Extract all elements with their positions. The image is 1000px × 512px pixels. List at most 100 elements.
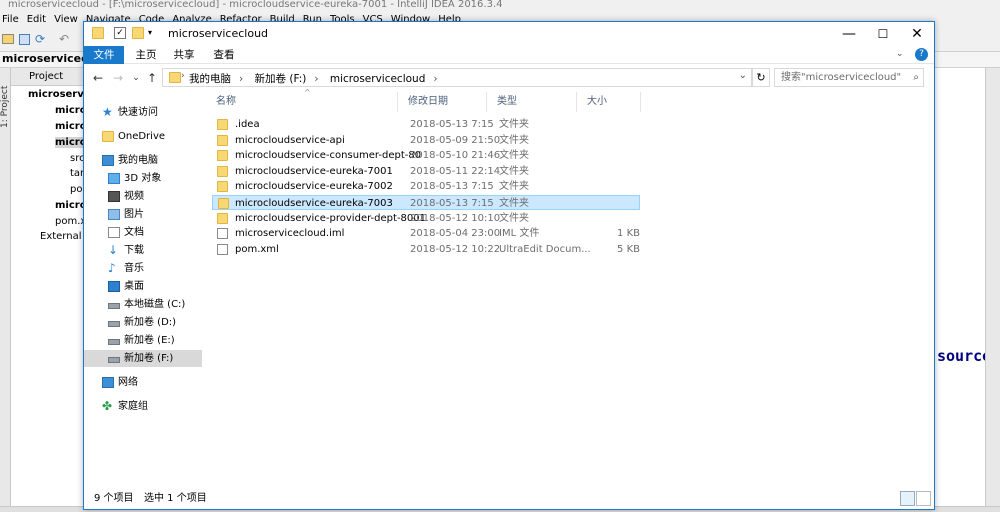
nav-item-downloads[interactable]: ↓ 下载 — [84, 242, 202, 259]
nav-item-desktop[interactable]: 桌面 — [84, 278, 202, 295]
folder-icon — [102, 131, 114, 142]
file-row[interactable]: microcloudservice-eureka-7001 2018-05-11 … — [212, 164, 640, 179]
folder-icon — [217, 150, 228, 161]
nav-item-drive-c[interactable]: 本地磁盘 (C:) — [84, 296, 202, 313]
breadcrumb-item[interactable]: 我的电脑 — [189, 73, 231, 85]
breadcrumb: 我的电脑 › 新加卷 (F:) › microservicecloud › — [189, 73, 438, 85]
maximize-button[interactable]: ☐ — [866, 22, 900, 46]
file-row[interactable]: microcloudservice-consumer-dept-80 2018-0… — [212, 148, 640, 163]
menu-edit[interactable]: Edit — [27, 12, 46, 28]
nav-item-drive-e[interactable]: 新加卷 (E:) — [84, 332, 202, 349]
back-arrow-icon[interactable]: ← — [90, 70, 106, 86]
properties-icon[interactable]: ✓ — [114, 27, 126, 39]
file-row[interactable]: microservicecloud.iml 2018-05-04 23:00 IML… — [212, 226, 640, 241]
music-icon: ♪ — [108, 261, 116, 275]
column-header-type[interactable]: 类型 — [487, 92, 577, 112]
file-explorer-window: ✓ ▾ microservicecloud — ☐ ✕ 文件 主页 共享 查看 … — [83, 21, 935, 510]
undo-icon[interactable]: ↶ — [59, 32, 69, 46]
search-placeholder: 搜索"microservicecloud" — [781, 72, 902, 83]
save-icon[interactable] — [19, 34, 30, 45]
ide-title-bar: microservicecloud - [F:\microserviceclou… — [0, 0, 1000, 12]
explorer-title-bar: ✓ ▾ microservicecloud — ☐ ✕ — [84, 22, 934, 46]
new-folder-icon[interactable] — [132, 27, 144, 39]
nav-item-quick-access[interactable]: ★ 快速访问 — [84, 104, 202, 121]
nav-item-homegroup[interactable]: ✤ 家庭组 — [84, 398, 202, 415]
file-row[interactable]: microcloudservice-api 2018-05-09 21:50 文件夹 — [212, 133, 640, 148]
open-folder-icon[interactable] — [2, 34, 14, 44]
tab-file[interactable]: 文件 — [84, 46, 124, 64]
nav-item-3d-objects[interactable]: 3D 对象 — [84, 170, 202, 187]
tab-home[interactable]: 主页 — [128, 46, 164, 64]
tab-view[interactable]: 查看 — [206, 46, 242, 64]
ide-tool-strip-left: 1: Project — [0, 68, 11, 508]
menu-file[interactable]: File — [2, 12, 19, 28]
network-icon — [102, 377, 114, 388]
computer-icon — [102, 155, 114, 166]
help-icon[interactable]: ? — [915, 48, 928, 61]
up-arrow-icon[interactable]: ↑ — [144, 70, 160, 86]
tab-share[interactable]: 共享 — [166, 46, 202, 64]
video-icon — [108, 191, 120, 202]
drive-icon — [108, 339, 120, 345]
ribbon-tabs: 文件 主页 共享 查看 ⌄ ? — [84, 46, 934, 64]
desktop-icon — [108, 281, 120, 292]
cube-icon — [108, 173, 120, 184]
file-row-selected[interactable]: microcloudservice-eureka-7003 2018-05-13 … — [212, 195, 640, 210]
nav-item-pictures[interactable]: 图片 — [84, 206, 202, 223]
file-list: ^ 名称 修改日期 类型 大小 .idea 2018-05-13 7:15 文件夹 … — [204, 88, 934, 486]
folder-icon — [217, 166, 228, 177]
chevron-down-icon[interactable]: ⌄ — [739, 70, 747, 81]
nav-item-videos[interactable]: 视频 — [84, 188, 202, 205]
column-header-size[interactable]: 大小 — [577, 92, 641, 112]
recent-dropdown-icon[interactable]: ⌄ — [128, 70, 144, 86]
nav-item-onedrive[interactable]: OneDrive — [84, 128, 202, 145]
file-icon — [217, 244, 228, 255]
item-count: 9 个项目 — [94, 493, 134, 504]
folder-icon — [169, 72, 181, 83]
navigation-pane: ★ 快速访问 OneDrive 我的电脑 3D 对象 视频 图片 文档 ↓ 下载 ♪… — [84, 92, 204, 486]
folder-icon — [217, 213, 228, 224]
homegroup-icon: ✤ — [102, 399, 113, 413]
address-bar-row: ← → ⌄ ↑ › 我的电脑 › 新加卷 (F:) › microservicecl… — [84, 66, 934, 90]
folder-icon — [217, 181, 228, 192]
window-title: microservicecloud — [168, 27, 269, 40]
folder-icon — [218, 198, 229, 209]
nav-item-network[interactable]: 网络 — [84, 374, 202, 391]
file-row[interactable]: microcloudservice-eureka-7002 2018-05-13 … — [212, 179, 640, 194]
chevron-down-icon[interactable]: ⌄ — [896, 49, 904, 59]
nav-item-music[interactable]: ♪ 音乐 — [84, 260, 202, 277]
chevron-down-icon[interactable]: ▾ — [148, 27, 160, 39]
menu-view[interactable]: View — [54, 12, 78, 28]
minimize-button[interactable]: — — [832, 22, 866, 46]
address-bar[interactable]: › 我的电脑 › 新加卷 (F:) › microservicecloud › ⌄ — [162, 68, 752, 87]
forward-arrow-icon[interactable]: → — [110, 70, 126, 86]
project-tool-tab[interactable]: 1: Project — [0, 86, 10, 128]
folder-icon — [217, 135, 228, 146]
breadcrumb-item[interactable]: 新加卷 (F:) — [255, 73, 307, 85]
refresh-icon: ↻ — [756, 71, 766, 84]
column-header-name[interactable]: 名称 — [204, 92, 398, 112]
file-icon — [217, 228, 228, 239]
nav-item-my-computer[interactable]: 我的电脑 — [84, 152, 202, 169]
refresh-button[interactable]: ↻ — [752, 68, 770, 87]
drive-icon — [108, 357, 120, 363]
ide-project-panel — [11, 68, 91, 508]
nav-item-drive-f[interactable]: 新加卷 (F:) — [84, 350, 202, 367]
nav-item-drive-d[interactable]: 新加卷 (D:) — [84, 314, 202, 331]
file-row[interactable]: .idea 2018-05-13 7:15 文件夹 — [212, 117, 640, 132]
search-input[interactable]: 搜索"microservicecloud" ⌕ — [774, 68, 924, 87]
search-icon: ⌕ — [913, 72, 919, 83]
nav-item-documents[interactable]: 文档 — [84, 224, 202, 241]
details-view-icon[interactable] — [900, 491, 915, 506]
project-tab-label[interactable]: Project — [29, 71, 63, 82]
sync-icon[interactable]: ⟳ — [35, 32, 45, 46]
file-row[interactable]: pom.xml 2018-05-12 10:22 UltraEdit Docum..… — [212, 242, 640, 257]
large-icons-view-icon[interactable] — [916, 491, 931, 506]
close-button[interactable]: ✕ — [900, 22, 934, 46]
column-header-date[interactable]: 修改日期 — [398, 92, 487, 112]
drive-icon — [108, 321, 120, 327]
download-icon: ↓ — [108, 243, 119, 257]
file-row[interactable]: microcloudservice-provider-dept-8001 2018… — [212, 211, 640, 226]
document-icon — [108, 227, 120, 238]
breadcrumb-item[interactable]: microservicecloud — [330, 73, 425, 85]
